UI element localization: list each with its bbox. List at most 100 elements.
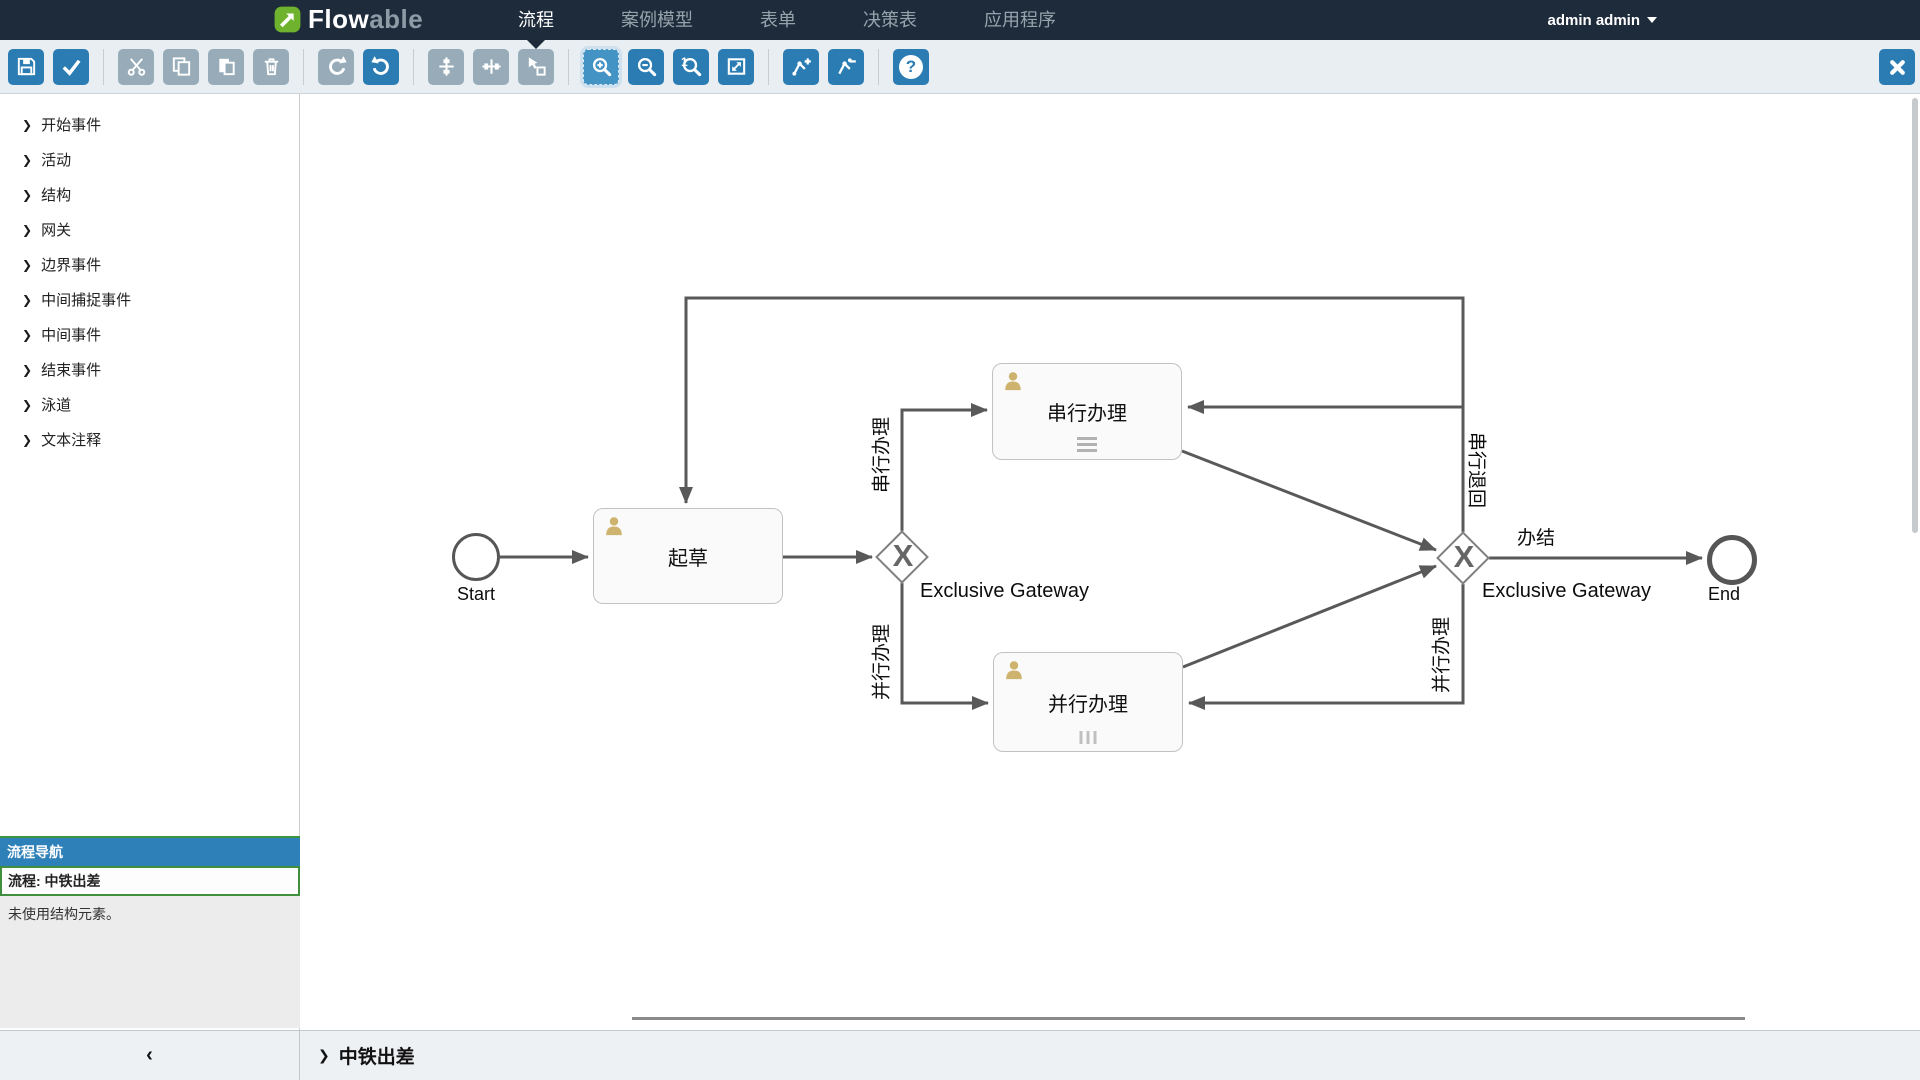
chevron-right-icon: ❯ xyxy=(22,294,32,306)
nav-tab-forms[interactable]: 表单 xyxy=(760,0,796,40)
flow-serial-to-gateway2 xyxy=(1182,451,1436,550)
chevron-right-icon: ❯ xyxy=(22,364,32,376)
align-vertical-button[interactable] xyxy=(428,49,464,85)
copy-button[interactable] xyxy=(163,49,199,85)
zoom-fit-icon xyxy=(725,55,748,78)
canvas-vertical-scrollbar[interactable] xyxy=(1912,98,1918,533)
help-button[interactable]: ? xyxy=(893,49,929,85)
help-icon: ? xyxy=(899,55,923,79)
zoom-actual-button[interactable]: 1 xyxy=(673,49,709,85)
task-serial[interactable]: 串行办理 xyxy=(992,363,1182,460)
end-event[interactable] xyxy=(1707,535,1757,585)
process-name: 中铁出差 xyxy=(339,1042,415,1069)
zoom-in-button[interactable] xyxy=(583,49,619,85)
add-bendpoint-icon xyxy=(790,55,813,78)
canvas-horizontal-scrollbar[interactable] xyxy=(632,1017,1745,1020)
validate-check-icon xyxy=(60,55,83,78)
palette-group-text-annotation[interactable]: ❯文本注释 xyxy=(0,422,299,457)
user-menu[interactable]: admin admin xyxy=(1547,0,1657,40)
cut-icon xyxy=(125,55,148,78)
close-editor-button[interactable] xyxy=(1879,49,1915,85)
main-nav: 流程 案例模型 表单 决策表 应用程序 xyxy=(518,0,1056,40)
same-size-button[interactable] xyxy=(518,49,554,85)
top-navbar: Flowable 流程 案例模型 表单 决策表 应用程序 admin admin xyxy=(0,0,1920,40)
flowable-logo[interactable]: Flowable xyxy=(272,4,423,35)
remove-bendpoint-icon xyxy=(835,55,858,78)
nav-tab-apps[interactable]: 应用程序 xyxy=(984,0,1056,40)
chevron-right-icon: ❯ xyxy=(22,224,32,236)
flow-parallel-to-gateway2 xyxy=(1183,566,1436,667)
nav-tab-processes[interactable]: 流程 xyxy=(518,0,554,40)
exclusive-gateway-2-label: Exclusive Gateway xyxy=(1482,580,1651,603)
task-draft[interactable]: 起草 xyxy=(593,508,783,604)
paste-button[interactable] xyxy=(208,49,244,85)
task-parallel[interactable]: 并行办理 xyxy=(993,652,1183,752)
sequential-multi-instance-icon xyxy=(1077,437,1097,452)
palette-group-intermediate-events[interactable]: ❯中间事件 xyxy=(0,317,299,352)
start-event[interactable] xyxy=(452,533,500,581)
toolbar-separator xyxy=(568,49,569,85)
flow-gateway1-to-serial xyxy=(902,410,987,531)
redo-button[interactable] xyxy=(318,49,354,85)
chevron-down-icon xyxy=(1647,17,1657,23)
palette-group-end-events[interactable]: ❯结束事件 xyxy=(0,352,299,387)
save-icon xyxy=(15,55,38,78)
user-name: admin admin xyxy=(1547,12,1640,29)
palette-group-structural[interactable]: ❯结构 xyxy=(0,177,299,212)
align-vertical-icon xyxy=(435,55,458,78)
flow-gateway2-return-parallel xyxy=(1189,584,1463,703)
editor-toolbar: 1 ? xyxy=(0,40,1920,94)
same-size-icon xyxy=(525,55,548,78)
process-navigator-header: 流程导航 xyxy=(0,836,300,866)
gateway-x-icon: X xyxy=(1454,539,1475,575)
remove-bendpoint-button[interactable] xyxy=(828,49,864,85)
user-task-icon xyxy=(1003,659,1025,681)
chevron-right-icon: ❯ xyxy=(22,189,32,201)
expand-properties-icon: ❯ xyxy=(318,1047,330,1064)
shape-palette: ❯开始事件 ❯活动 ❯结构 ❯网关 ❯边界事件 ❯中间捕捉事件 ❯中间事件 ❯结… xyxy=(0,94,299,457)
close-icon xyxy=(1886,56,1909,79)
cut-button[interactable] xyxy=(118,49,154,85)
toolbar-separator xyxy=(303,49,304,85)
process-navigator-note: 未使用结构元素。 xyxy=(0,896,300,1028)
user-task-icon xyxy=(1002,370,1024,392)
edge-label-serial-return: 串行退回 xyxy=(1465,432,1492,508)
chevron-right-icon: ❯ xyxy=(22,154,32,166)
diagram-canvas[interactable]: Start 起草 X Exclusive Gateway 串行办理 并行办理 X… xyxy=(300,94,1920,1030)
chevron-right-icon: ❯ xyxy=(22,329,32,341)
zoom-out-button[interactable] xyxy=(628,49,664,85)
zoom-actual-glyph: 1 xyxy=(681,55,688,69)
add-bendpoint-button[interactable] xyxy=(783,49,819,85)
process-navigator-selected-item[interactable]: 流程: 中铁出差 xyxy=(0,866,300,896)
zoom-fit-button[interactable] xyxy=(718,49,754,85)
property-panel-header[interactable]: ❯ 中铁出差 xyxy=(300,1031,1920,1080)
collapse-sidebar-icon[interactable]: ‹ xyxy=(146,1044,153,1067)
nav-tab-decision-tables[interactable]: 决策表 xyxy=(863,0,917,40)
redo-icon xyxy=(325,55,348,78)
paste-icon xyxy=(215,55,238,78)
palette-group-swimlanes[interactable]: ❯泳道 xyxy=(0,387,299,422)
zoom-in-icon xyxy=(590,55,613,78)
toolbar-separator xyxy=(103,49,104,85)
palette-group-intermediate-catching-events[interactable]: ❯中间捕捉事件 xyxy=(0,282,299,317)
task-draft-label: 起草 xyxy=(668,542,708,571)
flowable-wordmark: Flowable xyxy=(308,4,423,35)
validate-button[interactable] xyxy=(53,49,89,85)
undo-button[interactable] xyxy=(363,49,399,85)
nav-tab-case-models[interactable]: 案例模型 xyxy=(621,0,693,40)
end-event-label: End xyxy=(1684,584,1764,605)
palette-group-boundary-events[interactable]: ❯边界事件 xyxy=(0,247,299,282)
start-event-label: Start xyxy=(436,584,516,605)
edge-label-parallel-branch: 并行办理 xyxy=(867,624,894,700)
palette-group-activities[interactable]: ❯活动 xyxy=(0,142,299,177)
palette-group-start-events[interactable]: ❯开始事件 xyxy=(0,107,299,142)
align-horizontal-button[interactable] xyxy=(473,49,509,85)
save-button[interactable] xyxy=(8,49,44,85)
palette-group-gateways[interactable]: ❯网关 xyxy=(0,212,299,247)
task-serial-label: 串行办理 xyxy=(1047,397,1127,426)
edge-label-parallel-return: 并行办理 xyxy=(1427,617,1454,693)
chevron-right-icon: ❯ xyxy=(22,399,32,411)
user-task-icon xyxy=(603,515,625,537)
shape-palette-sidebar: ❯开始事件 ❯活动 ❯结构 ❯网关 ❯边界事件 ❯中间捕捉事件 ❯中间事件 ❯结… xyxy=(0,94,300,1030)
delete-button[interactable] xyxy=(253,49,289,85)
